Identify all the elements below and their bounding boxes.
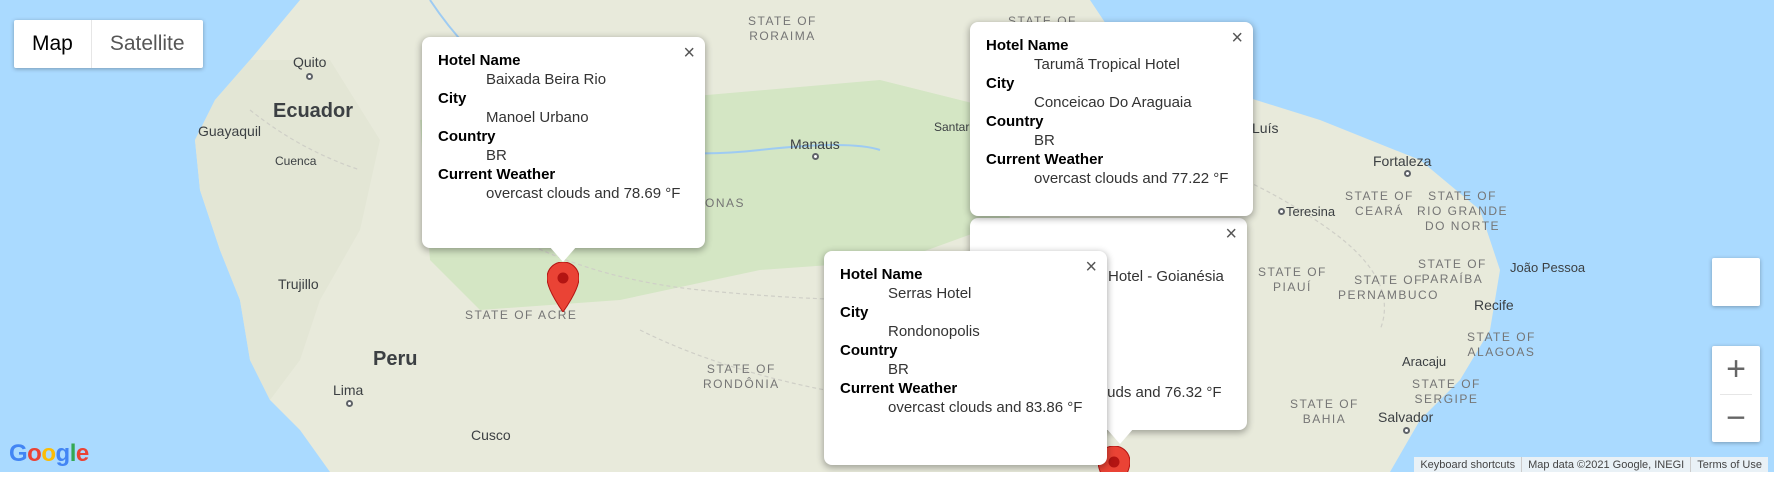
city-label-fortaleza: Fortaleza [1373, 153, 1432, 169]
info-window-conceicao-do-araguaia: × Hotel Name Tarumã Tropical Hotel City … [970, 22, 1253, 216]
info-hotel-fragment: za Hotel - Goianésia [1088, 268, 1224, 285]
info-city-label: City [986, 75, 1015, 92]
info-weather-value: overcast clouds and 78.69 °F [486, 185, 681, 202]
info-country-label: Country [986, 113, 1044, 130]
city-label-cuenca: Cuenca [275, 154, 317, 168]
city-dot-salvador [1403, 427, 1410, 434]
info-country-value: BR [486, 147, 507, 164]
terms-of-use-link[interactable]: Terms of Use [1690, 457, 1768, 472]
info-country-label: Country [438, 128, 496, 145]
state-label-alagoas: STATE OF ALAGOAS [1467, 330, 1536, 359]
info-window-manoel-urbano: × Hotel Name Baixada Beira Rio City Mano… [422, 37, 705, 248]
info-hotel-value: Baixada Beira Rio [486, 71, 607, 88]
info-weather-value: overcast clouds and 83.86 °F [888, 399, 1083, 416]
info-city-label: City [438, 90, 467, 107]
city-label-joao-pessoa: João Pessoa [1510, 260, 1586, 275]
info-weather-label: Current Weather [840, 380, 958, 397]
city-dot-teresina [1278, 208, 1285, 215]
state-label-amazonas-fragment: ONAS [705, 196, 746, 210]
info-hotel-value: Serras Hotel [888, 285, 972, 302]
city-label-cusco: Cusco [471, 427, 511, 443]
zoom-control: + − [1712, 346, 1760, 442]
info-city-value: Manoel Urbano [486, 109, 589, 126]
map-canvas[interactable]: Ecuador Peru STATE OF RORAIMA STATE OF A… [0, 0, 1774, 472]
map-type-map-button[interactable]: Map [14, 20, 91, 68]
info-hotel-label: Hotel Name [438, 52, 521, 69]
info-country-value: BR [888, 361, 909, 378]
state-label-bahia: STATE OF BAHIA [1290, 397, 1359, 426]
zoom-out-button[interactable]: − [1712, 395, 1760, 443]
info-details: Hotel Name Tarumã Tropical Hotel City Co… [986, 36, 1237, 188]
country-label-peru: Peru [373, 348, 418, 370]
city-label-trujillo: Trujillo [278, 276, 319, 292]
info-country-value: BR [1034, 132, 1055, 149]
city-label-manaus: Manaus [790, 136, 840, 152]
info-hotel-value: Tarumã Tropical Hotel [1034, 56, 1180, 73]
city-label-salvador: Salvador [1378, 409, 1434, 425]
city-dot-manaus [812, 153, 819, 160]
city-label-aracaju: Aracaju [1402, 354, 1447, 369]
info-tail [549, 246, 577, 262]
info-close-button[interactable]: × [1225, 224, 1237, 244]
info-details: Hotel Name Serras Hotel City Rondonopoli… [840, 265, 1091, 417]
info-hotel-label: Hotel Name [840, 266, 923, 283]
keyboard-shortcuts-link[interactable]: Keyboard shortcuts [1414, 457, 1521, 472]
info-weather-label: Current Weather [986, 151, 1104, 168]
city-label-quito: Quito [293, 54, 327, 70]
info-weather-label: Current Weather [438, 166, 556, 183]
info-close-button[interactable]: × [683, 43, 695, 63]
state-label-sergipe: STATE OF SERGIPE [1412, 377, 1481, 406]
state-label-rondonia: STATE OF RONDÔNIA [703, 362, 780, 391]
info-close-button[interactable]: × [1231, 28, 1243, 48]
city-dot-quito [306, 73, 313, 80]
city-dot-lima [346, 400, 353, 407]
info-weather-fragment: clouds and 76.32 °F [1088, 384, 1222, 401]
info-window-rondonopolis: × Hotel Name Serras Hotel City Rondonopo… [824, 251, 1107, 465]
info-weather-value: overcast clouds and 77.22 °F [1034, 170, 1229, 187]
state-label-ceara: STATE OF CEARÁ [1345, 189, 1414, 218]
info-hotel-label: Hotel Name [986, 37, 1069, 54]
map-attribution-bar: Keyboard shortcuts Map data ©2021 Google… [1414, 457, 1768, 472]
zoom-in-button[interactable]: + [1712, 346, 1760, 394]
city-label-sao-luis: Luís [1252, 120, 1279, 136]
info-details: Hotel Name Baixada Beira Rio City Manoel… [438, 51, 689, 203]
map-type-satellite-button[interactable]: Satellite [92, 20, 203, 68]
map-data-text: Map data ©2021 Google, INEGI [1521, 457, 1690, 472]
city-label-santarem: Santar [934, 120, 970, 134]
info-close-button[interactable]: × [1085, 257, 1097, 277]
state-label-rio-grande-do-norte: STATE OF RIO GRANDE DO NORTE [1417, 189, 1509, 233]
map-type-control: Map Satellite [14, 20, 203, 68]
info-city-value: Conceicao Do Araguaia [1034, 94, 1192, 111]
info-tail [1106, 428, 1134, 444]
street-view-pegman-control[interactable] [1712, 258, 1760, 306]
info-country-label: Country [840, 342, 898, 359]
state-label-pernambuco: STATE OF PERNAMBUCO [1338, 273, 1440, 302]
marker-manoel-urbano[interactable] [547, 262, 579, 312]
state-label-piaui: STATE OF PIAUÍ [1258, 265, 1327, 294]
info-city-label: City [840, 304, 869, 321]
google-logo[interactable]: Google [9, 440, 89, 468]
city-label-teresina: Teresina [1286, 204, 1336, 219]
city-label-recife: Recife [1474, 297, 1514, 313]
city-label-lima: Lima [333, 382, 364, 398]
info-city-value: Rondonopolis [888, 323, 980, 340]
city-label-guayaquil: Guayaquil [198, 123, 262, 139]
state-label-roraima: STATE OF RORAIMA [748, 14, 817, 43]
country-label-ecuador: Ecuador [273, 100, 354, 122]
city-dot-fortaleza [1404, 170, 1411, 177]
